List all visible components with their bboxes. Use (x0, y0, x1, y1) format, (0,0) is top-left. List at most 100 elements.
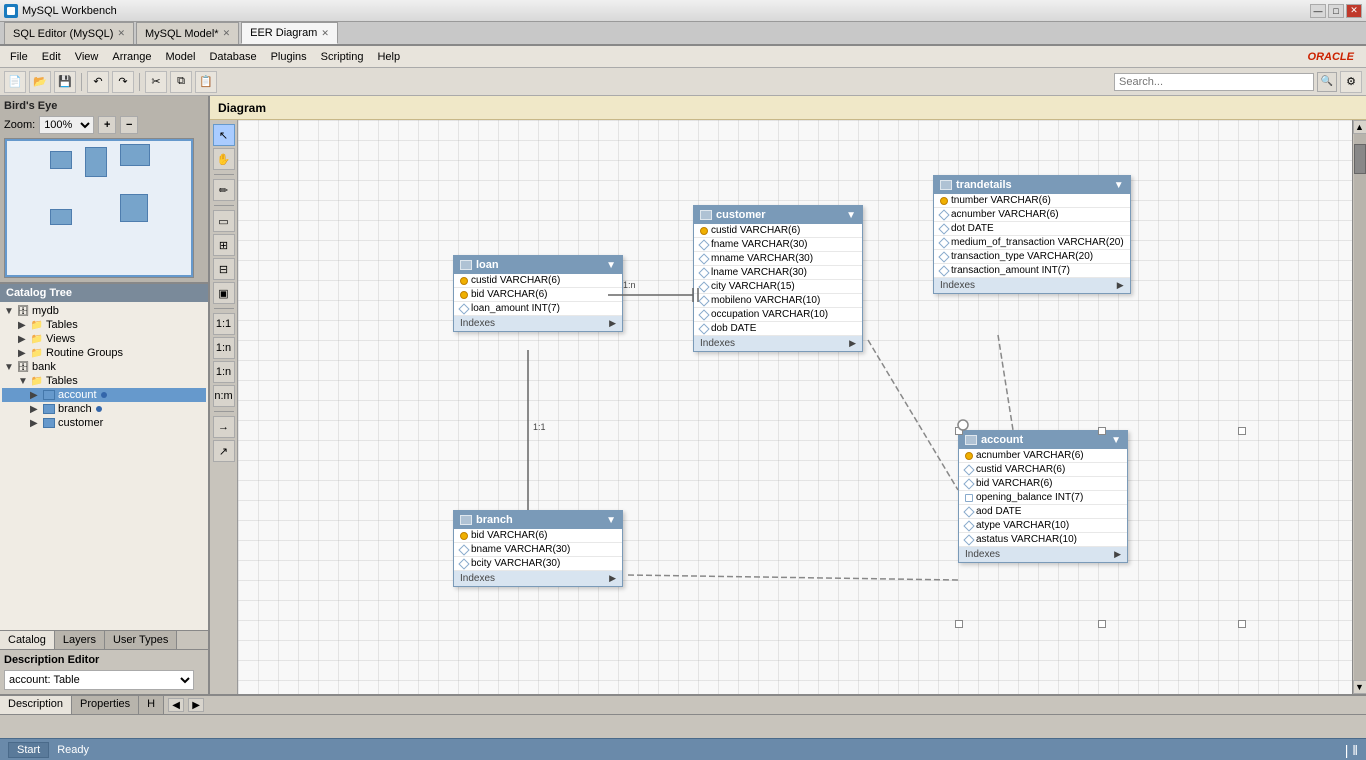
minimize-button[interactable]: — (1310, 4, 1326, 18)
tool-eraser[interactable]: ✏ (213, 179, 235, 201)
tab-close-eer-diagram[interactable]: ✕ (321, 28, 329, 39)
diamond-icon-mname (698, 253, 709, 264)
tab-close-mysql-model[interactable]: ✕ (223, 28, 231, 39)
menu-help[interactable]: Help (371, 49, 406, 65)
diamond-icon-city (698, 281, 709, 292)
tool-rel1n2[interactable]: 1:n (213, 361, 235, 383)
resize-handle-bm[interactable] (1098, 620, 1106, 628)
customer-chevron[interactable]: ▼ (846, 210, 856, 221)
menu-plugins[interactable]: Plugins (265, 49, 313, 65)
tab-eer-diagram[interactable]: EER Diagram ✕ (241, 22, 338, 44)
tree-item-bank-tables[interactable]: ▼ Tables (2, 374, 206, 388)
tree-item-customer[interactable]: ▶ customer (2, 416, 206, 430)
toolbar-paste[interactable]: 📋 (195, 71, 217, 93)
toolbar-copy[interactable]: ⧉ (170, 71, 192, 93)
loan-indexes[interactable]: Indexes ▶ (454, 316, 622, 331)
zoom-select[interactable]: 100% 75% 150% (39, 116, 94, 134)
close-button[interactable]: ✕ (1346, 4, 1362, 18)
field-name-bid: bid VARCHAR(6) (471, 289, 548, 300)
scroll-track[interactable] (1354, 134, 1366, 680)
tab-mysql-model[interactable]: MySQL Model* ✕ (136, 22, 239, 44)
resize-handle-br[interactable] (1238, 620, 1246, 628)
resize-handle-tm[interactable] (1098, 427, 1106, 435)
tran-indexes[interactable]: Indexes ▶ (934, 278, 1130, 293)
tool-layer[interactable]: ▣ (213, 282, 235, 304)
tree-item-branch[interactable]: ▶ branch (2, 402, 206, 416)
table-account[interactable]: account ▼ acnumber VARCHAR(6) custid VAR… (958, 430, 1128, 563)
tab-sql-editor[interactable]: SQL Editor (MySQL) ✕ (4, 22, 134, 44)
tool-select[interactable]: ↖ (213, 124, 235, 146)
branch-indexes[interactable]: Indexes ▶ (454, 571, 622, 586)
table-loan[interactable]: loan ▼ custid VARCHAR(6) bid VARCHAR(6) (453, 255, 623, 332)
tool-view2[interactable]: ⊞ (213, 234, 235, 256)
loan-chevron[interactable]: ▼ (606, 260, 616, 271)
maximize-button[interactable]: □ (1328, 4, 1344, 18)
scroll-thumb[interactable] (1354, 144, 1366, 174)
minimap[interactable] (4, 138, 194, 278)
table-branch[interactable]: branch ▼ bid VARCHAR(6) bname VARCHAR(30… (453, 510, 623, 587)
tree-item-mydb-tables[interactable]: ▶ Tables (2, 318, 206, 332)
desc-editor-select[interactable]: account: Table branch: Table customer: T… (4, 670, 194, 690)
tree-item-mydb-routines[interactable]: ▶ Routine Groups (2, 346, 206, 360)
field-name-aod: aod DATE (976, 506, 1021, 517)
toolbar-search-input[interactable] (1114, 73, 1314, 91)
tool-hand[interactable]: ✋ (213, 148, 235, 170)
tool-rel-arrow[interactable]: → (213, 416, 235, 438)
birds-eye-title: Bird's Eye (4, 100, 204, 112)
toolbar-new[interactable]: 📄 (4, 71, 26, 93)
menu-view[interactable]: View (69, 49, 105, 65)
toolbar-cut[interactable]: ✂ (145, 71, 167, 93)
tool-routine[interactable]: ⊟ (213, 258, 235, 280)
tab-close-sql-editor[interactable]: ✕ (117, 28, 125, 39)
left-tab-catalog[interactable]: Catalog (0, 631, 55, 649)
tree-item-mydb[interactable]: ▼ mydb (2, 304, 206, 318)
nav-arrow-left[interactable]: ◀ (168, 698, 184, 712)
tool-relnm[interactable]: n:m (213, 385, 235, 407)
tool-table[interactable]: ▭ (213, 210, 235, 232)
bottom-tab-properties[interactable]: Properties (72, 696, 139, 714)
menu-arrange[interactable]: Arrange (106, 49, 157, 65)
left-tab-user-types[interactable]: User Types (105, 631, 177, 649)
tool-rel1n[interactable]: 1:n (213, 337, 235, 359)
resize-handle-bl[interactable] (955, 620, 963, 628)
account-indexes[interactable]: Indexes ▶ (959, 547, 1127, 562)
nav-arrow-right[interactable]: ▶ (188, 698, 204, 712)
field-name-acnumber: acnumber VARCHAR(6) (976, 450, 1084, 461)
menu-database[interactable]: Database (203, 49, 262, 65)
toolbar-save[interactable]: 💾 (54, 71, 76, 93)
table-customer[interactable]: customer ▼ custid VARCHAR(6) fname VARCH… (693, 205, 863, 352)
tool-rel1[interactable]: 1:1 (213, 313, 235, 335)
toolbar-open[interactable]: 📂 (29, 71, 51, 93)
toolbar-redo[interactable]: ↷ (112, 71, 134, 93)
zoom-out-button[interactable]: − (120, 116, 138, 134)
start-button[interactable]: Start (8, 742, 49, 758)
menu-file[interactable]: File (4, 49, 34, 65)
tree-item-account[interactable]: ▶ account (2, 388, 206, 402)
trandetails-chevron[interactable]: ▼ (1114, 180, 1124, 191)
menu-model[interactable]: Model (160, 49, 202, 65)
diagram-canvas[interactable]: 1:n 1:1 (238, 120, 1352, 694)
bottom-tab-h[interactable]: H (139, 696, 164, 714)
table-trandetails[interactable]: trandetails ▼ tnumber VARCHAR(6) acnumbe… (933, 175, 1131, 294)
tree-item-bank[interactable]: ▼ bank (2, 360, 206, 374)
menu-scripting[interactable]: Scripting (315, 49, 370, 65)
table-customer-header: customer ▼ (694, 206, 862, 224)
toolbar-extra[interactable]: ⚙ (1340, 71, 1362, 93)
field-name-mobileno: mobileno VARCHAR(10) (711, 295, 820, 306)
left-tab-layers[interactable]: Layers (55, 631, 105, 649)
resize-handle-tl[interactable] (955, 427, 963, 435)
description-editor: Description Editor account: Table branch… (0, 649, 208, 694)
tree-item-mydb-views[interactable]: ▶ Views (2, 332, 206, 346)
toolbar-search-button[interactable]: 🔍 (1317, 72, 1337, 92)
branch-chevron[interactable]: ▼ (606, 515, 616, 526)
scroll-up-arrow[interactable]: ▲ (1353, 120, 1366, 134)
zoom-in-button[interactable]: + (98, 116, 116, 134)
tool-rel-arrow2[interactable]: ↗ (213, 440, 235, 462)
account-chevron[interactable]: ▼ (1111, 435, 1121, 446)
resize-handle-tr[interactable] (1238, 427, 1246, 435)
scroll-down-arrow[interactable]: ▼ (1353, 680, 1366, 694)
toolbar-undo[interactable]: ↶ (87, 71, 109, 93)
customer-indexes[interactable]: Indexes ▶ (694, 336, 862, 351)
bottom-tab-description[interactable]: Description (0, 696, 72, 714)
menu-edit[interactable]: Edit (36, 49, 67, 65)
